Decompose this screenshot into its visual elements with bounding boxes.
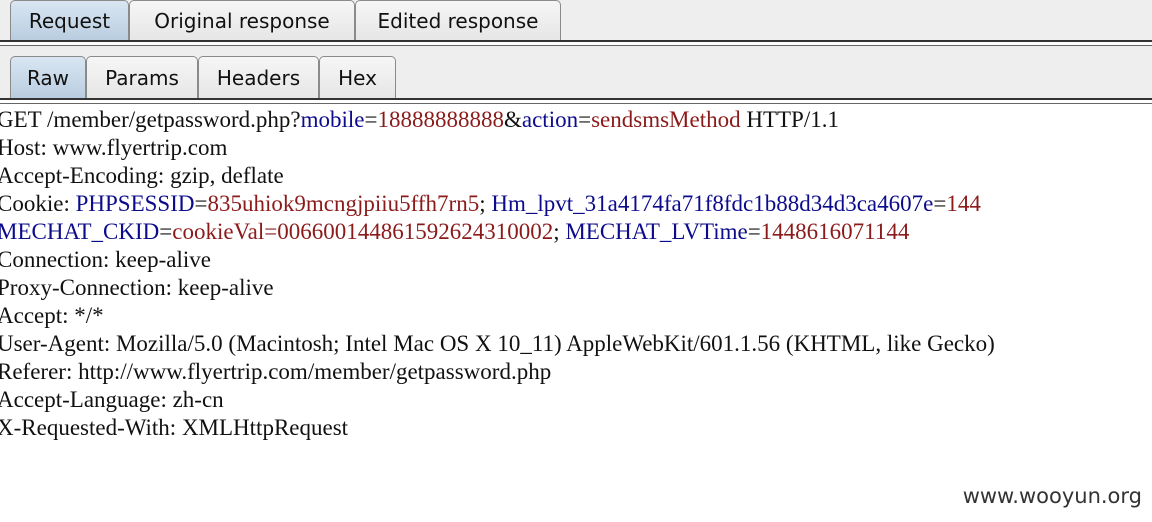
tab-headers[interactable]: Headers	[198, 56, 319, 98]
header-referer: Referer: http://www.flyertrip.com/member…	[0, 359, 552, 384]
view-bar-divider	[0, 98, 1152, 104]
request-line: GET /member/getpassword.php?mobile=18888…	[0, 107, 839, 132]
header-x-requested-with: X-Requested-With: XMLHttpRequest	[0, 415, 349, 440]
tab-edited-response[interactable]: Edited response	[355, 0, 561, 40]
header-accept-encoding: Accept-Encoding: gzip, deflate	[0, 163, 284, 188]
tab-params[interactable]: Params	[86, 56, 198, 98]
raw-request-editor[interactable]: GET /member/getpassword.php?mobile=18888…	[0, 106, 1152, 466]
header-cookie-continued: MECHAT_CKID=cookieVal=006600144861592624…	[0, 219, 910, 244]
header-accept: Accept: */*	[0, 303, 104, 328]
header-accept-language: Accept-Language: zh-cn	[0, 387, 224, 412]
header-user-agent: User-Agent: Mozilla/5.0 (Macintosh; Inte…	[0, 331, 995, 356]
view-tab-bar: Raw Params Headers Hex	[0, 46, 1152, 100]
header-connection: Connection: keep-alive	[0, 247, 211, 272]
watermark: www.wooyun.org	[962, 484, 1142, 508]
tab-request[interactable]: Request	[10, 0, 129, 40]
tab-raw[interactable]: Raw	[10, 56, 86, 98]
header-host: Host: www.flyertrip.com	[0, 135, 228, 160]
tab-hex[interactable]: Hex	[319, 56, 396, 98]
header-cookie: Cookie: PHPSESSID=835uhiok9mcngjpiiu5ffh…	[0, 191, 981, 216]
top-tab-bar: Request Original response Edited respons…	[0, 0, 1152, 42]
header-proxy-connection: Proxy-Connection: keep-alive	[0, 275, 274, 300]
tab-original-response[interactable]: Original response	[129, 0, 355, 40]
